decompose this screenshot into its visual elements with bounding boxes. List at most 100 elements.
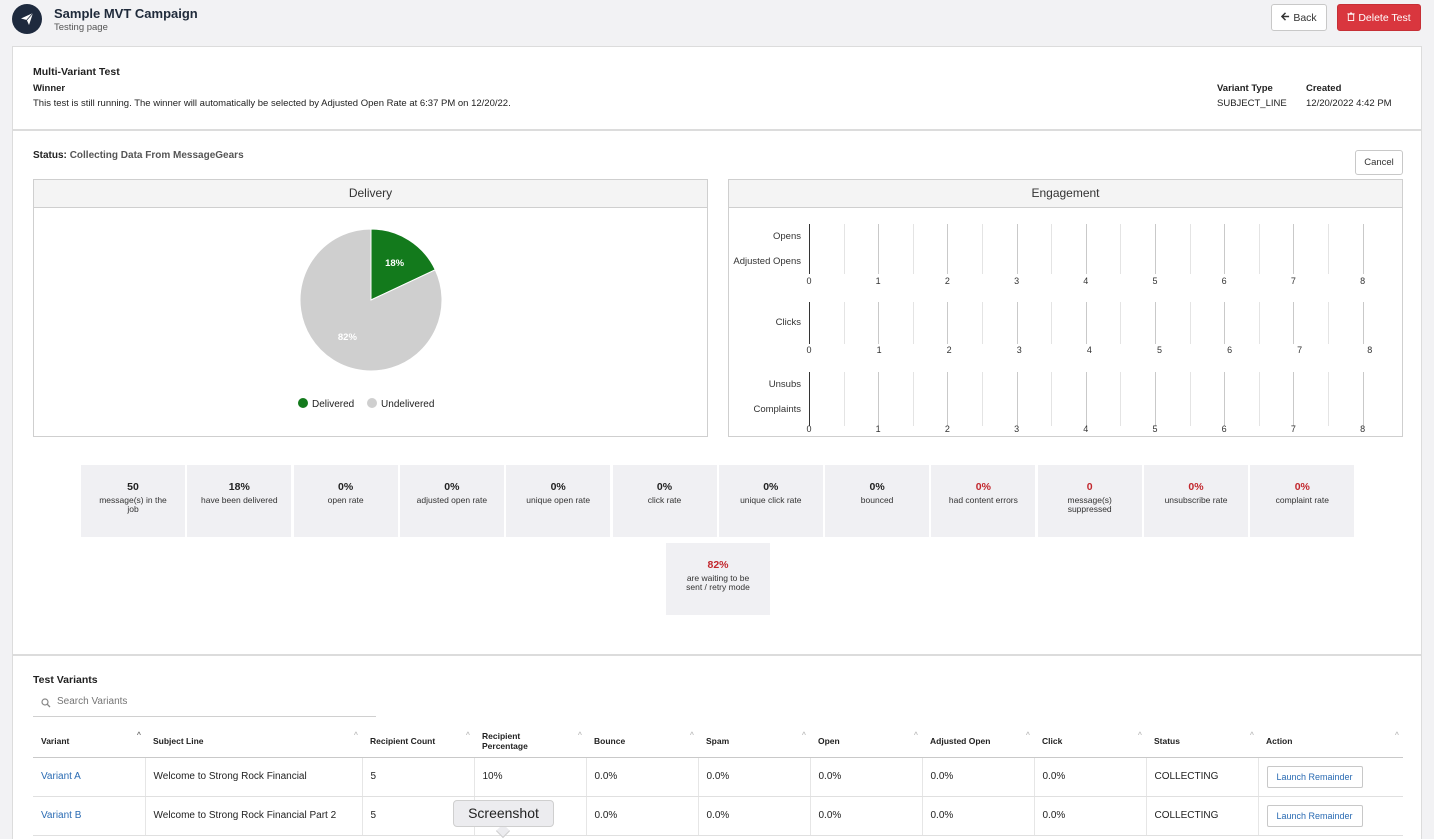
- table-body: Variant A Welcome to Strong Rock Financia…: [33, 757, 1403, 836]
- cell-action: Launch Remainder: [1258, 757, 1403, 797]
- sort-caret-icon[interactable]: ^: [466, 732, 470, 740]
- engagement-axis-line: [809, 224, 810, 274]
- stat-label: unsubscribe rate: [1164, 495, 1228, 505]
- sort-caret-icon[interactable]: ^: [1026, 732, 1030, 740]
- launch-remainder-button[interactable]: Launch Remainder: [1266, 804, 1363, 827]
- column-header-label: Open: [818, 736, 840, 747]
- stat-label: message(s) suppressed: [1067, 495, 1112, 515]
- engagement-gridline: [1051, 372, 1053, 426]
- engagement-gridline: [843, 302, 845, 344]
- engagement-tick-label: 8: [1360, 424, 1366, 434]
- status-value: Collecting Data From MessageGears: [69, 150, 244, 161]
- sort-caret-icon[interactable]: ^: [690, 732, 694, 740]
- engagement-gridline: [912, 224, 914, 274]
- variant-type-label: Variant Type: [1217, 83, 1273, 94]
- top-bar: Sample MVT Campaign Testing page Back De…: [0, 0, 1434, 46]
- delete-test-button[interactable]: Delete Test: [1337, 4, 1421, 31]
- column-header-adjusted-open[interactable]: Adjusted Open ^: [922, 726, 1034, 758]
- sort-caret-icon[interactable]: ^: [802, 732, 806, 740]
- legend-delivered-label: Delivered: [312, 399, 355, 410]
- column-header-action[interactable]: Action ^: [1258, 726, 1403, 758]
- variants-heading: Test Variants: [33, 674, 98, 686]
- stat-label: bounced: [860, 495, 894, 505]
- column-header-label: Variant: [41, 736, 70, 747]
- cell-variant: Variant B: [33, 796, 146, 836]
- engagement-gridline: [1016, 302, 1018, 344]
- engagement-gridline: [1224, 224, 1226, 274]
- engagement-tick-label: 1: [875, 276, 881, 286]
- stat-value: 0%: [975, 481, 991, 493]
- table-row: Variant A Welcome to Strong Rock Financia…: [33, 757, 1403, 797]
- stat-value: 0: [1086, 481, 1093, 493]
- delivery-legend: Delivered Undelivered: [298, 398, 434, 410]
- legend-undelivered-swatch: [367, 398, 378, 408]
- sort-caret-icon[interactable]: ^: [1395, 732, 1399, 740]
- cancel-button[interactable]: Cancel: [1355, 150, 1403, 175]
- engagement-gridline: [982, 372, 983, 426]
- engagement-tick-label: 2: [946, 345, 952, 355]
- legend-delivered[interactable]: Delivered: [298, 398, 355, 410]
- status-label: Status:: [33, 150, 67, 161]
- cell-click: 0.0%: [1034, 757, 1147, 797]
- engagement-tick-label: 1: [875, 424, 881, 434]
- variant-link[interactable]: Variant A: [41, 771, 81, 782]
- engagement-tick-label: 4: [1083, 424, 1089, 434]
- back-button[interactable]: Back: [1271, 4, 1327, 31]
- column-header-subject-line[interactable]: Subject Line ^: [145, 726, 362, 758]
- engagement-axis-line: [809, 372, 810, 426]
- column-header-label: Click: [1042, 736, 1063, 747]
- engagement-gridline: [1120, 302, 1122, 344]
- variant-link[interactable]: Variant B: [41, 810, 81, 821]
- column-header-click[interactable]: Click ^: [1034, 726, 1146, 758]
- stat-value: 82%: [707, 559, 729, 571]
- cell-status: COLLECTING: [1146, 757, 1259, 797]
- engagement-gridline: [1120, 372, 1122, 426]
- engagement-gridline: [1328, 224, 1329, 274]
- stat-label: had content errors: [948, 495, 1018, 505]
- sort-caret-icon[interactable]: ^: [354, 732, 358, 740]
- column-header-open[interactable]: Open ^: [810, 726, 922, 758]
- sort-caret-icon[interactable]: ^: [1138, 732, 1142, 740]
- stat-label: adjusted open rate: [416, 495, 488, 505]
- column-header-label: Recipient Percentage: [482, 731, 528, 752]
- legend-undelivered[interactable]: Undelivered: [367, 398, 434, 410]
- column-header-recipient-count[interactable]: Recipient Count ^: [362, 726, 474, 758]
- sort-caret-icon[interactable]: ^: [137, 732, 141, 740]
- search-icon: [41, 698, 51, 711]
- engagement-gridline: [843, 224, 845, 274]
- engagement-tick-label: 1: [876, 345, 882, 355]
- engagement-gridline: [947, 224, 949, 274]
- trash-icon: [1347, 11, 1355, 24]
- screenshot-tooltip: Screenshot: [453, 800, 554, 827]
- stat-card: 0% unique click rate: [718, 465, 823, 537]
- engagement-gridline: [947, 302, 949, 344]
- stat-label: unique click rate: [740, 495, 802, 505]
- stat-value: 0%: [1188, 481, 1204, 493]
- stat-value: 0%: [656, 481, 673, 493]
- sort-caret-icon[interactable]: ^: [578, 732, 582, 740]
- engagement-gridline: [947, 372, 949, 426]
- sort-caret-icon[interactable]: ^: [914, 732, 918, 740]
- engagement-gridline: [912, 302, 914, 344]
- engagement-tick-label: 5: [1156, 345, 1162, 355]
- sort-caret-icon[interactable]: ^: [1250, 732, 1254, 740]
- engagement-gridline: [1016, 224, 1018, 274]
- search-variants-input[interactable]: [57, 696, 357, 707]
- column-header-recipient-percentage[interactable]: Recipient Percentage ^: [474, 726, 586, 758]
- engagement-axis-line: [809, 302, 810, 344]
- column-header-status[interactable]: Status ^: [1146, 726, 1258, 758]
- engagement-plot-area: Opens Adjusted Opens 0 1 2 3 4 5 6 7 8 Clicks 0 1 2 3 4 5…: [729, 180, 1402, 436]
- column-header-variant[interactable]: Variant ^: [33, 726, 145, 758]
- column-header-spam[interactable]: Spam ^: [698, 726, 810, 758]
- engagement-gridline: [1155, 224, 1156, 274]
- engagement-gridline: [1189, 224, 1191, 274]
- engagement-gridline: [1085, 372, 1087, 426]
- launch-remainder-button[interactable]: Launch Remainder: [1266, 765, 1363, 788]
- created-value: 12/20/2022 4:42 PM: [1306, 98, 1392, 109]
- delivery-chart: Delivery 18% 82% Delivered Undelivered: [33, 179, 708, 437]
- engagement-gridline: [878, 224, 880, 274]
- column-header-bounce[interactable]: Bounce ^: [586, 726, 698, 758]
- engagement-tick-label: 3: [1014, 424, 1020, 434]
- stat-card: 0% unique open rate: [506, 465, 611, 537]
- stat-value: 0%: [444, 481, 460, 493]
